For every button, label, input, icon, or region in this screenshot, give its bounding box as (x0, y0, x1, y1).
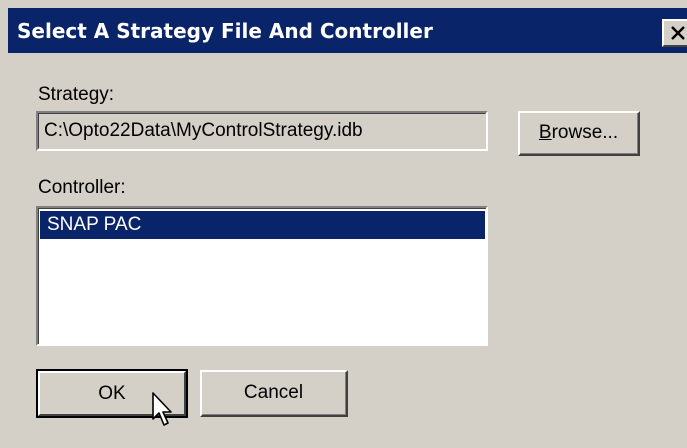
strategy-label: Strategy: (38, 84, 115, 105)
browse-button-face: Browse... (520, 113, 638, 154)
title-bar[interactable]: Select A Strategy File And Controller (8, 8, 687, 53)
list-item-snap-pac[interactable]: SNAP PAC (40, 211, 485, 239)
strategy-path-field[interactable] (36, 111, 488, 151)
cancel-label: Cancel (243, 382, 304, 403)
ok-label: OK (98, 382, 126, 404)
close-button[interactable] (662, 19, 687, 47)
controller-listbox[interactable]: SNAP PAC (36, 206, 488, 346)
cancel-button[interactable]: Cancel (200, 370, 348, 417)
cancel-button-face: Cancel (202, 372, 346, 415)
close-icon (671, 26, 685, 40)
dialog-title: Select A Strategy File And Controller (17, 19, 433, 43)
browse-button[interactable]: Browse... (518, 111, 640, 156)
ok-button[interactable]: OK (36, 369, 188, 418)
browse-label-rest: rowse... (551, 122, 619, 143)
controller-label: Controller: (38, 177, 126, 198)
strategy-controller-dialog: Select A Strategy File And Controller St… (0, 0, 687, 448)
ok-button-face: OK (38, 371, 186, 416)
browse-accelerator: B (538, 122, 552, 143)
controller-listbox-bevel: SNAP PAC (38, 208, 486, 344)
